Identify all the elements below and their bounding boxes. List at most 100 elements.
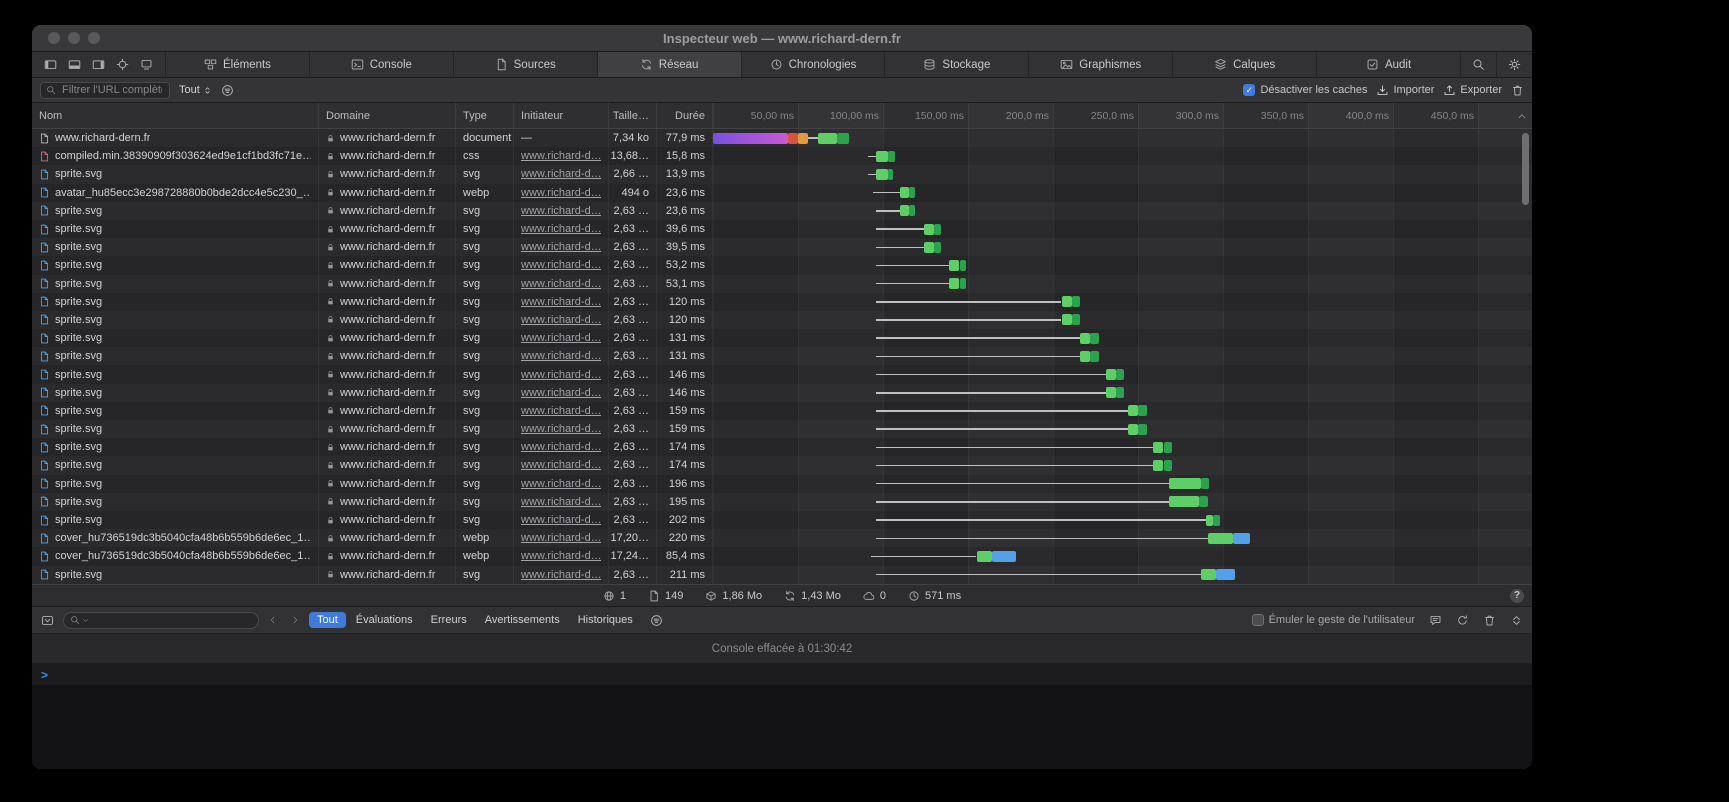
console-messages-button[interactable]	[1429, 614, 1442, 627]
table-row[interactable]: sprite.svgwww.richard-dern.frsvgwww.rich…	[32, 456, 1532, 474]
tab-elements[interactable]: Éléments	[165, 52, 309, 77]
initiator-link[interactable]: www.richard-d…	[521, 405, 601, 417]
table-row[interactable]: sprite.svgwww.richard-dern.frsvgwww.rich…	[32, 329, 1532, 347]
initiator-link[interactable]: www.richard-d…	[521, 478, 601, 490]
console-tab-tout[interactable]: Tout	[309, 612, 346, 628]
initiator-link[interactable]: www.richard-d…	[521, 278, 601, 290]
column-header-type[interactable]: Type	[456, 103, 514, 128]
table-row[interactable]: sprite.svgwww.richard-dern.frsvgwww.rich…	[32, 293, 1532, 311]
import-button[interactable]: Importer	[1376, 84, 1434, 97]
initiator-link[interactable]: www.richard-d…	[521, 387, 601, 399]
table-row[interactable]: sprite.svgwww.richard-dern.frsvgwww.rich…	[32, 566, 1532, 584]
tab-graphismes[interactable]: Graphismes	[1028, 52, 1172, 77]
table-row[interactable]: sprite.svgwww.richard-dern.frsvgwww.rich…	[32, 347, 1532, 365]
table-row[interactable]: sprite.svgwww.richard-dern.frsvgwww.rich…	[32, 275, 1532, 293]
settings-button[interactable]	[1496, 52, 1532, 77]
table-row[interactable]: sprite.svgwww.richard-dern.frsvgwww.rich…	[32, 311, 1532, 329]
console-prev-button[interactable]	[268, 615, 278, 625]
tab-calques[interactable]: Calques	[1172, 52, 1316, 77]
initiator-link[interactable]: www.richard-d…	[521, 241, 601, 253]
table-row[interactable]: sprite.svgwww.richard-dern.frsvgwww.rich…	[32, 438, 1532, 456]
console-search-input[interactable]	[91, 613, 252, 627]
initiator-link[interactable]: www.richard-d…	[521, 296, 601, 308]
resource-type-dropdown[interactable]: Tout	[179, 84, 212, 96]
initiator-link[interactable]: www.richard-d…	[521, 332, 601, 344]
console-reload-button[interactable]	[1456, 614, 1469, 627]
initiator-link[interactable]: www.richard-d…	[521, 168, 601, 180]
table-row[interactable]: sprite.svgwww.richard-dern.frsvgwww.rich…	[32, 365, 1532, 383]
tab-sources[interactable]: Sources	[453, 52, 597, 77]
table-row[interactable]: avatar_hu85ecc3e298728880b0bde2dcc4e5c23…	[32, 184, 1532, 202]
table-row[interactable]: compiled.min.38390909f303624ed9e1cf1bd3f…	[32, 147, 1532, 165]
column-header-taille-[interactable]: Taille…	[609, 103, 657, 128]
console-filter-button[interactable]	[650, 614, 663, 627]
inspector-search-button[interactable]	[1460, 52, 1496, 77]
column-header-domaine[interactable]: Domaine	[319, 103, 456, 128]
table-row[interactable]: sprite.svgwww.richard-dern.frsvgwww.rich…	[32, 511, 1532, 529]
disable-caches-checkbox[interactable]: ✓ Désactiver les caches	[1243, 84, 1367, 96]
column-header-nom[interactable]: Nom	[32, 103, 319, 128]
initiator-link[interactable]: www.richard-d…	[521, 532, 601, 544]
dock-right-button[interactable]	[92, 58, 105, 71]
table-row[interactable]: sprite.svgwww.richard-dern.frsvgwww.rich…	[32, 493, 1532, 511]
initiator-link[interactable]: www.richard-d…	[521, 187, 601, 199]
minimize-button[interactable]	[68, 32, 80, 44]
filter-options-button[interactable]	[221, 84, 234, 97]
initiator-link[interactable]: www.richard-d…	[521, 369, 601, 381]
dock-bottom-button[interactable]	[68, 58, 81, 71]
table-row[interactable]: cover_hu736519dc3b5040cfa48b6b559b6de6ec…	[32, 547, 1532, 565]
scroll-top-button[interactable]	[1517, 103, 1527, 128]
console-tab-historiques[interactable]: Historiques	[570, 612, 641, 628]
table-row[interactable]: sprite.svgwww.richard-dern.frsvgwww.rich…	[32, 165, 1532, 183]
tab-audit[interactable]: Audit	[1316, 52, 1460, 77]
table-row[interactable]: sprite.svgwww.richard-dern.frsvgwww.rich…	[32, 402, 1532, 420]
initiator-link[interactable]: www.richard-d…	[521, 459, 601, 471]
table-row[interactable]: sprite.svgwww.richard-dern.frsvgwww.rich…	[32, 202, 1532, 220]
table-row[interactable]: sprite.svgwww.richard-dern.frsvgwww.rich…	[32, 238, 1532, 256]
initiator-link[interactable]: www.richard-d…	[521, 223, 601, 235]
url-filter-field[interactable]	[40, 82, 170, 99]
initiator-link[interactable]: www.richard-d…	[521, 150, 601, 162]
emulate-gesture-checkbox[interactable]: Émuler le geste de l'utilisateur	[1252, 614, 1415, 626]
dock-left-button[interactable]	[44, 58, 57, 71]
console-expand-button[interactable]	[1510, 614, 1523, 627]
element-picker-button[interactable]	[116, 58, 129, 71]
initiator-link[interactable]: www.richard-d…	[521, 314, 601, 326]
table-row[interactable]: sprite.svgwww.richard-dern.frsvgwww.rich…	[32, 384, 1532, 402]
export-button[interactable]: Exporter	[1443, 84, 1502, 97]
initiator-link[interactable]: www.richard-d…	[521, 350, 601, 362]
table-row[interactable]: cover_hu736519dc3b5040cfa48b6b559b6de6ec…	[32, 529, 1532, 547]
table-row[interactable]: sprite.svgwww.richard-dern.frsvgwww.rich…	[32, 256, 1532, 274]
tab-stockage[interactable]: Stockage	[884, 52, 1028, 77]
column-header-initiateur[interactable]: Initiateur	[514, 103, 609, 128]
console-clear-button[interactable]	[1483, 614, 1496, 627]
url-filter-input[interactable]	[60, 83, 164, 97]
tab-reseau[interactable]: Réseau	[597, 52, 741, 77]
console-tab-evaluations[interactable]: Évaluations	[348, 612, 421, 628]
tab-console[interactable]: Console	[309, 52, 453, 77]
table-row[interactable]: sprite.svgwww.richard-dern.frsvgwww.rich…	[32, 220, 1532, 238]
console-scope-button[interactable]	[41, 614, 54, 627]
console-next-button[interactable]	[290, 615, 300, 625]
device-button[interactable]	[140, 58, 153, 71]
tab-chronologies[interactable]: Chronologies	[741, 52, 885, 77]
initiator-link[interactable]: www.richard-d…	[521, 441, 601, 453]
close-button[interactable]	[48, 32, 60, 44]
help-button[interactable]: ?	[1510, 589, 1524, 603]
initiator-link[interactable]: www.richard-d…	[521, 205, 601, 217]
vertical-scrollbar[interactable]	[1522, 133, 1529, 205]
zoom-button[interactable]	[88, 32, 100, 44]
initiator-link[interactable]: www.richard-d…	[521, 514, 601, 526]
console-search-field[interactable]	[63, 612, 259, 629]
titlebar[interactable]: Inspecteur web — www.richard-dern.fr	[32, 25, 1532, 52]
column-header-duree[interactable]: Durée	[657, 103, 713, 128]
initiator-link[interactable]: www.richard-d…	[521, 550, 601, 562]
initiator-link[interactable]: www.richard-d…	[521, 259, 601, 271]
console-tab-avertissements[interactable]: Avertissements	[477, 612, 568, 628]
table-row[interactable]: sprite.svgwww.richard-dern.frsvgwww.rich…	[32, 475, 1532, 493]
console-prompt[interactable]: >	[32, 664, 1532, 686]
table-row[interactable]: sprite.svgwww.richard-dern.frsvgwww.rich…	[32, 420, 1532, 438]
clear-network-button[interactable]	[1511, 84, 1524, 97]
initiator-link[interactable]: www.richard-d…	[521, 496, 601, 508]
table-row[interactable]: www.richard-dern.frwww.richard-dern.frdo…	[32, 129, 1532, 147]
